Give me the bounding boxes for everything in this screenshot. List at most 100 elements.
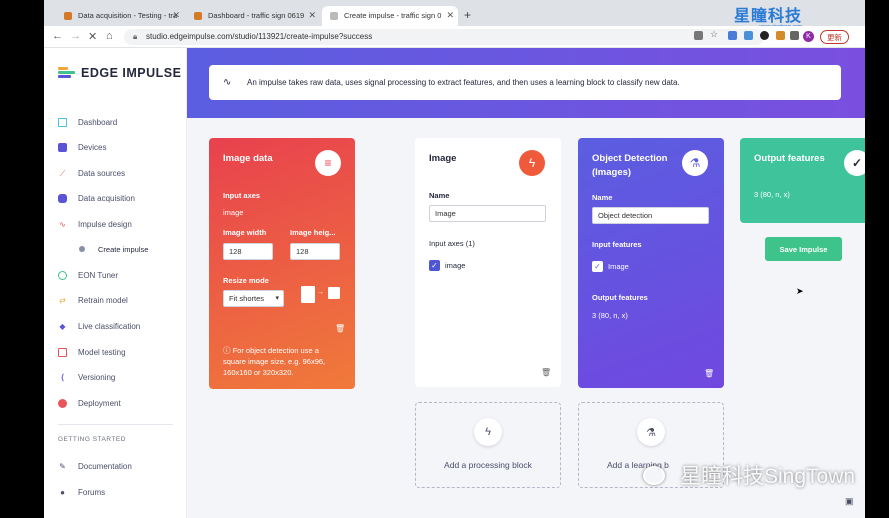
browser-tab-data-acquisition[interactable]: Data acquisition - Testing - tra ✕: [56, 6, 184, 26]
sidebar-item-forums[interactable]: ● Forums: [58, 485, 105, 499]
bookmark-star-icon[interactable]: ☆: [710, 29, 719, 39]
chat-icon[interactable]: ▣: [845, 496, 854, 507]
pulse-icon: ∿: [223, 77, 232, 88]
object-detection-name-input[interactable]: Object detection: [592, 207, 709, 224]
address-bar[interactable]: 🔒︎ studio.edgeimpulse.com/studio/113921/…: [124, 29, 764, 45]
image-data-card: Image data ≡ Input axes image Image widt…: [209, 138, 355, 389]
sidebar-divider: [58, 424, 173, 425]
profile-avatar[interactable]: K: [803, 31, 814, 42]
browser-tab-dashboard[interactable]: Dashboard - traffic sign 0619 ✕: [186, 6, 320, 26]
object-detection-card: Object Detection (Images) ⚗ Name Object …: [578, 138, 724, 388]
close-tab-icon[interactable]: ✕: [172, 10, 180, 21]
devices-icon: [58, 142, 67, 152]
versioning-icon: ⟨: [60, 372, 65, 382]
image-block-title: Image: [429, 153, 457, 164]
update-button[interactable]: 更新: [820, 30, 849, 44]
impulse-info-box: ∿ An impulse takes raw data, uses signal…: [209, 65, 841, 100]
extension-orange-icon[interactable]: [776, 31, 785, 40]
data-sources-icon: ⟋: [59, 168, 66, 178]
arrow-right-icon: →: [317, 289, 324, 296]
pulse-icon: ∿: [59, 219, 66, 229]
image-block-name-input[interactable]: Image: [429, 205, 546, 222]
home-icon[interactable]: ⌂: [106, 30, 113, 42]
database-icon: [58, 193, 67, 203]
info-icon: ⓘ: [223, 346, 233, 355]
edge-impulse-favicon-icon: [194, 12, 202, 20]
documentation-icon: ✎: [59, 461, 66, 471]
checkmark-icon: ✓: [844, 150, 865, 176]
resize-mode-select[interactable]: Fit shortes ▾: [223, 290, 284, 307]
object-detection-title: Object Detection (Images): [592, 153, 668, 178]
database-icon: ≡: [315, 150, 341, 176]
browser-toolbar: ← → ✕ ⌂ 🔒︎ studio.edgeimpulse.com/studio…: [44, 26, 865, 48]
image-height-input[interactable]: 128: [290, 243, 340, 260]
mouse-cursor-icon: ➤: [796, 286, 804, 296]
sidebar-item-create-impulse[interactable]: Create impulse: [79, 242, 148, 256]
dot-icon: [79, 246, 85, 252]
deployment-icon: [58, 398, 67, 408]
forward-arrow-icon[interactable]: →: [70, 30, 81, 42]
lock-icon: 🔒︎: [133, 32, 138, 41]
wechat-logo-icon: [643, 466, 665, 485]
eon-icon: [58, 270, 67, 280]
testing-icon: [58, 347, 67, 357]
singtown-watermark-bottom: 星瞳科技SingTown: [680, 465, 856, 488]
tab-bar: Data acquisition - Testing - tra ✕ Dashb…: [44, 0, 865, 30]
trash-icon[interactable]: 🗑︎: [704, 369, 714, 378]
sidebar-item-live-classification[interactable]: ◆ Live classification: [58, 319, 140, 333]
sidebar-item-devices[interactable]: Devices: [58, 140, 106, 154]
back-arrow-icon[interactable]: ←: [52, 30, 63, 42]
trash-icon[interactable]: 🗑︎: [541, 368, 551, 377]
new-tab-plus-icon[interactable]: +: [464, 8, 471, 22]
header-band: ∿ An impulse takes raw data, uses signal…: [187, 48, 865, 118]
output-features-card: Output features ✓ 3 (80, n, x): [740, 138, 865, 223]
image-processing-card: Image ϟ Name Image Input axes (1) ✓ imag…: [415, 138, 561, 387]
image-width-input[interactable]: 128: [223, 243, 273, 260]
flask-icon: ⚗: [637, 418, 665, 446]
close-tab-icon[interactable]: ✕: [446, 10, 454, 21]
sidebar-item-data-sources[interactable]: ⟋ Data sources: [58, 166, 125, 180]
close-tab-icon[interactable]: ✕: [308, 10, 316, 21]
loading-favicon-icon: [330, 12, 338, 20]
extension-dark-icon[interactable]: [760, 31, 769, 40]
sidebar-item-dashboard[interactable]: Dashboard: [58, 115, 117, 129]
lightning-icon: ϟ: [519, 150, 545, 176]
trash-icon[interactable]: 🗑︎: [335, 324, 345, 333]
image-feature-checkbox[interactable]: ✓: [592, 261, 603, 272]
square-size-note: ⓘ For object detection use a square imag…: [223, 346, 326, 377]
browser-window: Data acquisition - Testing - tra ✕ Dashb…: [44, 0, 865, 518]
sidebar-item-deployment[interactable]: Deployment: [58, 396, 121, 410]
share-icon[interactable]: [694, 31, 703, 40]
sidebar-item-documentation[interactable]: ✎ Documentation: [58, 459, 132, 473]
sidebar-item-model-testing[interactable]: Model testing: [58, 345, 126, 359]
edge-impulse-logo[interactable]: EDGE IMPULSE: [58, 66, 181, 80]
browser-tab-create-impulse[interactable]: Create impulse - traffic sign 0 ✕: [322, 6, 458, 26]
sidebar-item-retrain-model[interactable]: ⇄ Retrain model: [58, 293, 128, 307]
sidebar-item-eon-tuner[interactable]: EON Tuner: [58, 268, 118, 282]
edge-impulse-logo-icon: [58, 67, 75, 79]
sidebar-item-versioning[interactable]: ⟨ Versioning: [58, 370, 115, 384]
sidebar: EDGE IMPULSE Dashboard Devices ⟋ Data so…: [44, 48, 187, 518]
main-content: ∿ An impulse takes raw data, uses signal…: [187, 48, 865, 518]
resize-preview-target-icon: [328, 287, 340, 299]
lightning-icon: ϟ: [474, 418, 502, 446]
retrain-icon: ⇄: [59, 295, 66, 305]
resize-preview-source-icon: [301, 286, 315, 303]
getting-started-heading: GETTING STARTED: [58, 436, 126, 443]
stop-loading-icon[interactable]: ✕: [88, 30, 97, 43]
save-impulse-button[interactable]: Save Impulse: [765, 237, 842, 261]
sidebar-item-impulse-design[interactable]: ∿ Impulse design: [58, 217, 132, 231]
live-icon: ◆: [59, 321, 66, 331]
add-processing-block[interactable]: ϟ Add a processing block: [415, 402, 561, 488]
chevron-down-icon: ▾: [275, 295, 279, 302]
translate-extension-icon[interactable]: [728, 31, 737, 40]
output-features-title: Output features: [754, 153, 825, 164]
flask-icon: ⚗: [682, 150, 708, 176]
image-data-title: Image data: [223, 153, 273, 164]
monitor-icon: [58, 117, 67, 127]
extension-icon[interactable]: [744, 31, 753, 40]
extensions-puzzle-icon[interactable]: [790, 31, 799, 40]
image-axis-checkbox[interactable]: ✓: [429, 260, 440, 271]
forums-icon: ●: [60, 487, 65, 497]
sidebar-item-data-acquisition[interactable]: Data acquisition: [58, 191, 135, 205]
